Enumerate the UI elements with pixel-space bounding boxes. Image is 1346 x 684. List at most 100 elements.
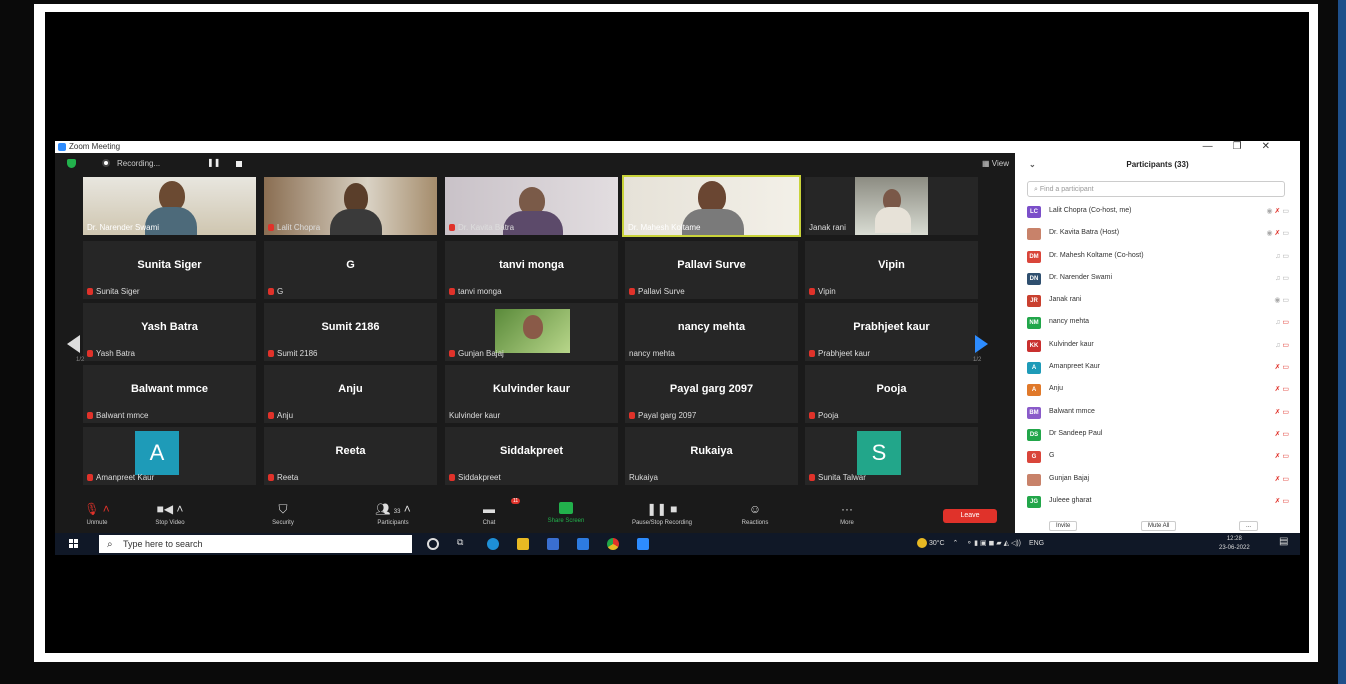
view-button[interactable]: ▦ View [982, 159, 1009, 168]
leave-button[interactable]: Leave [943, 509, 997, 523]
avatar-tile[interactable]: A Amanpreet Kaur [83, 427, 256, 485]
avatar: NM [1027, 317, 1041, 330]
share-screen-button[interactable]: Share Screen [531, 497, 601, 524]
participant-tile[interactable]: Yash Batra Yash Batra [83, 303, 256, 361]
windows-start-icon[interactable] [69, 539, 79, 549]
panel-footer: Invite Mute All ... [1015, 519, 1300, 533]
participant-search-input[interactable]: ⌕ Find a participant [1027, 181, 1285, 197]
participant-tile[interactable]: Kulvinder kaur Kulvinder kaur [445, 365, 618, 423]
list-item[interactable]: LC Lalit Chopra (Co-host, me) ◉ ✗ ▭ [1027, 201, 1289, 223]
participant-tile[interactable]: Anju Anju [264, 365, 437, 423]
chrome-icon[interactable] [607, 538, 619, 550]
participant-name: Balwant mmce [1049, 407, 1095, 415]
mic-muted-icon [809, 350, 815, 358]
tile-label: Reeta [268, 473, 298, 482]
video-tile[interactable]: Dr. Narender Swami [83, 177, 256, 235]
zoom-taskbar-icon[interactable] [637, 538, 649, 550]
participant-tile[interactable]: Balwant mmce Balwant mmce [83, 365, 256, 423]
list-item[interactable]: G G ✗ ▭ [1027, 446, 1289, 468]
window-titlebar: Zoom Meeting —❐✕ [55, 141, 1300, 153]
chat-icon: ▬ [483, 502, 495, 516]
tile-label: Balwant mmce [87, 411, 148, 420]
list-item[interactable]: Dr. Kavita Batra (Host) ◉ ✗ ▭ [1027, 223, 1289, 245]
edge-browser-icon[interactable] [487, 538, 499, 550]
participant-body [330, 209, 382, 235]
mute-all-button[interactable]: Mute All [1141, 521, 1177, 531]
participant-tile[interactable]: Payal garg 2097 Payal garg 2097 [625, 365, 798, 423]
pause-recording-button[interactable]: ❚❚ [207, 158, 220, 167]
avatar [1027, 228, 1041, 241]
participant-tile[interactable]: Sunita Siger Sunita Siger [83, 241, 256, 299]
chevron-down-icon[interactable]: ⌄ [1029, 153, 1036, 177]
task-view-icon[interactable]: ⧉ [457, 537, 469, 549]
tile-label: Payal garg 2097 [629, 411, 696, 420]
participant-tile[interactable]: Reeta Reeta [264, 427, 437, 485]
avatar: LC [1027, 206, 1041, 218]
tile-label: Gunjan Bajaj [449, 349, 504, 358]
reactions-button[interactable]: ☺ Reactions [727, 497, 783, 526]
participant-tile[interactable]: Vipin Vipin [805, 241, 978, 299]
list-item[interactable]: KK Kulvinder kaur ♫ ▭ [1027, 335, 1289, 357]
tray-chevron-up-icon[interactable]: ⌃ [953, 540, 959, 547]
participant-tile[interactable]: Pooja Pooja [805, 365, 978, 423]
mic-camera-status-icon: ✗ ▭ [1274, 497, 1289, 505]
list-item[interactable]: JR Janak rani ◉ ▭ [1027, 290, 1289, 312]
zoom-app-icon [58, 143, 66, 151]
chat-button[interactable]: ▬ Chat 11 [465, 497, 521, 526]
avatar: DN [1027, 272, 1041, 285]
mic-camera-status-icon: ♫ ▭ [1275, 252, 1289, 260]
pause-stop-recording-button[interactable]: ❚❚ ■ Pause/Stop Recording [617, 497, 707, 526]
next-page-icon[interactable] [975, 335, 988, 353]
taskbar-clock[interactable]: 12:28 23-06-2022 [1219, 535, 1250, 553]
taskbar-search-input[interactable]: ⌕ Type here to search [99, 535, 412, 553]
tray-status-icons[interactable]: ⚬ ▮ ▣ ◼ ▰ ◭ ◁)) [966, 540, 1021, 547]
tile-label: Dr. Mahesh Koltame [628, 223, 701, 232]
photo-tile[interactable]: Gunjan Bajaj [445, 303, 618, 361]
input-language[interactable]: ENG [1029, 540, 1044, 547]
close-button[interactable]: ✕ [1262, 141, 1290, 152]
list-item[interactable]: Gunjan Bajaj ✗ ▭ [1027, 469, 1289, 491]
participant-tile[interactable]: tanvi monga tanvi monga [445, 241, 618, 299]
mic-muted-icon [268, 474, 274, 482]
minimize-button[interactable]: — [1203, 141, 1233, 152]
participant-list: LC Lalit Chopra (Co-host, me) ◉ ✗ ▭ Dr. Ka… [1027, 201, 1289, 513]
participant-tile[interactable]: Prabhjeet kaur Prabhjeet kaur [805, 303, 978, 361]
video-tile[interactable]: Lalit Chopra [264, 177, 437, 235]
list-item[interactable]: JG Juleee gharat ✗ ▭ [1027, 491, 1289, 513]
participant-tile[interactable]: Sumit 2186 Sumit 2186 [264, 303, 437, 361]
list-item[interactable]: DM Dr. Mahesh Koltame (Co-host) ♫ ▭ [1027, 246, 1289, 268]
list-item[interactable]: NM nancy mehta ♫ ▭ [1027, 312, 1289, 334]
participant-tile[interactable]: nancy mehta nancy mehta [625, 303, 798, 361]
panel-more-button[interactable]: ... [1239, 521, 1259, 531]
video-tile[interactable]: Dr. Kavita Batra [445, 177, 618, 235]
security-button[interactable]: ⛉ Security [257, 497, 309, 526]
list-item[interactable]: A Amanpreet Kaur ✗ ▭ [1027, 357, 1289, 379]
stop-video-button[interactable]: ■◀ ˄ Stop Video [137, 497, 203, 526]
restore-button[interactable]: ❐ [1233, 141, 1262, 152]
avatar-tile[interactable]: S Sunita Talwar [805, 427, 978, 485]
previous-page-icon[interactable] [67, 335, 80, 353]
cortana-icon[interactable] [427, 538, 439, 550]
stop-recording-button[interactable] [236, 161, 242, 167]
unmute-button[interactable]: 🎙︎ ˄ Unmute [69, 497, 125, 526]
mic-muted-icon [809, 474, 815, 482]
invite-button[interactable]: Invite [1049, 521, 1078, 531]
list-item[interactable]: DS Dr Sandeep Paul ✗ ▭ [1027, 424, 1289, 446]
shield-icon[interactable] [67, 159, 76, 168]
list-item[interactable]: DN Dr. Narender Swami ♫ ▭ [1027, 268, 1289, 290]
mic-muted-icon [449, 224, 455, 232]
more-button[interactable]: ··· More [819, 497, 875, 526]
list-item[interactable]: A Anju ✗ ▭ [1027, 379, 1289, 401]
participant-tile[interactable]: Rukaiya Rukaiya [625, 427, 798, 485]
list-item[interactable]: BM Balwant mmce ✗ ▭ [1027, 402, 1289, 424]
participants-button[interactable]: 👥︎ 33 ˄ Participants [353, 497, 433, 526]
participant-tile[interactable]: Pallavi Surve Pallavi Surve [625, 241, 798, 299]
participant-tile[interactable]: G G [264, 241, 437, 299]
participant-tile[interactable]: Siddakpreet Siddakpreet [445, 427, 618, 485]
mail-icon[interactable] [577, 538, 589, 550]
active-speaker-tile[interactable]: Dr. Mahesh Koltame [622, 175, 801, 237]
notification-icon[interactable]: ▤ [1279, 536, 1291, 548]
file-explorer-icon[interactable] [517, 538, 529, 550]
store-icon[interactable] [547, 538, 559, 550]
video-tile[interactable]: Janak rani [805, 177, 978, 235]
